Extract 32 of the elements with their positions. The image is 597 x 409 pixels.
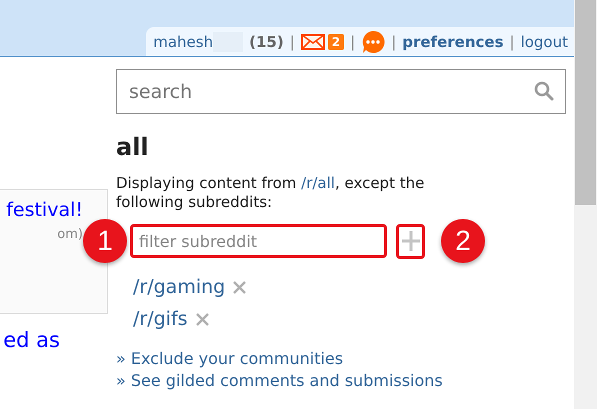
scrollbar-thumb[interactable] [575,0,596,205]
separator: | [391,32,396,50]
step-number: 2 [441,219,485,263]
user-bar-link[interactable]: logout [520,32,568,50]
user-bar-link[interactable]: preferences [402,32,504,50]
separator: | [290,32,295,50]
search-field[interactable]: search [116,69,566,114]
post-domain: om) [57,227,83,242]
description-text: Displaying content from /r/all, except the following subreddits: [116,174,426,212]
karma-count: (15) [249,32,284,50]
mail-icon[interactable] [300,34,325,50]
separator: | [350,32,356,50]
remove-icon[interactable] [196,312,209,326]
more-link[interactable]: » See gilded comments and submissions [116,370,566,392]
chat-icon[interactable] [361,30,386,54]
mail-count: 2 [328,34,344,50]
post-title-link[interactable]: festival! [6,199,83,221]
remove-icon[interactable] [233,280,246,294]
page-heading: all [116,132,150,162]
subreddit-link[interactable]: /r/all [301,174,335,192]
username-link[interactable]: mahesh [153,32,214,50]
plus-icon [400,230,420,252]
step-number: 1 [83,219,127,263]
excluded-subreddit[interactable]: /r/gifs [133,308,188,330]
more-link[interactable]: » Exclude your communities [116,348,566,370]
post-link[interactable]: ed as [3,328,60,352]
filter-field[interactable]: filter subreddit [130,224,387,258]
excluded-subreddit[interactable]: /r/gaming [133,276,226,298]
add-button[interactable] [396,224,425,258]
scrollbar[interactable] [574,0,597,409]
separator: | [510,32,515,50]
search-icon[interactable] [534,81,554,101]
